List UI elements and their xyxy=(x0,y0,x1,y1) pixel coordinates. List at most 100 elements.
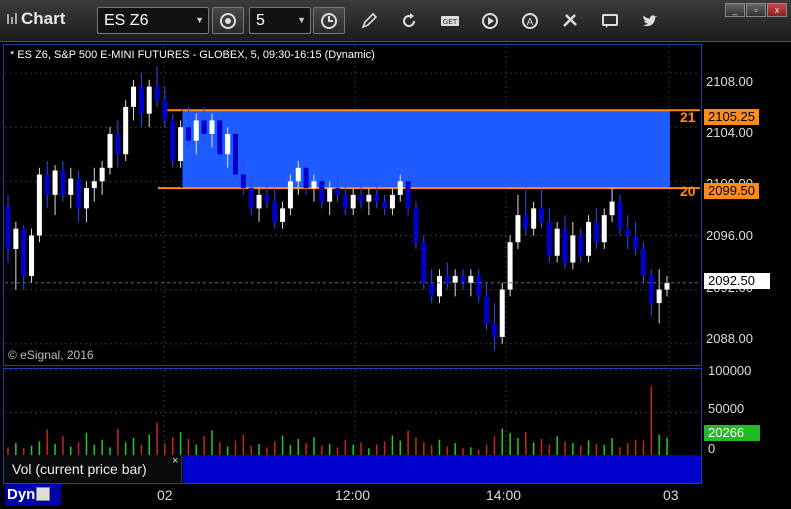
time-label: 12:00 xyxy=(335,487,371,503)
candle-body xyxy=(640,248,646,277)
candle-body xyxy=(342,194,348,209)
candle-body xyxy=(335,188,340,195)
candle-body xyxy=(5,205,11,249)
volume-label: 50000 xyxy=(708,401,745,416)
candle-body xyxy=(280,208,286,222)
candle-body xyxy=(452,276,458,283)
candle-body xyxy=(201,120,207,134)
candle-body xyxy=(60,170,66,195)
candle-body xyxy=(123,106,129,155)
candle-body xyxy=(648,276,654,304)
volume-label: 100000 xyxy=(708,363,752,378)
candle-body xyxy=(374,194,380,202)
candle-body xyxy=(350,194,356,209)
candle-body xyxy=(76,178,82,209)
zone-bottom-price-tag: 2099.50 xyxy=(704,183,759,199)
candle-body xyxy=(468,276,474,283)
candle-body xyxy=(546,221,552,256)
candle-body xyxy=(146,86,152,114)
candle-body xyxy=(389,194,395,209)
price-label: 2108.00 xyxy=(706,74,753,89)
candle-body xyxy=(625,228,631,236)
candle-body xyxy=(617,201,623,229)
candle-body xyxy=(421,242,427,283)
candle-body xyxy=(99,167,105,182)
price-label: 2104.00 xyxy=(706,125,753,140)
candle-body xyxy=(209,120,215,134)
candle-body xyxy=(664,282,670,290)
copyright-watermark: © eSignal, 2016 xyxy=(8,348,94,362)
candle-body xyxy=(499,289,505,337)
candle-body xyxy=(460,276,466,283)
candle-body xyxy=(319,181,325,202)
candle-body xyxy=(154,86,160,101)
price-volume-chart xyxy=(5,46,700,482)
candle-body xyxy=(570,235,576,263)
candle-body xyxy=(366,194,372,202)
last-price-tag: 2092.50 xyxy=(704,273,770,289)
candle-body xyxy=(52,170,58,195)
candle-body xyxy=(303,167,309,189)
candle-body xyxy=(531,208,537,229)
candle-body xyxy=(272,201,278,222)
candle-body xyxy=(413,208,419,243)
candle-body xyxy=(240,174,246,189)
candle-body xyxy=(162,100,168,121)
dynamic-mode-button[interactable]: Dyn xyxy=(5,484,61,506)
volume-legend-bar xyxy=(183,455,701,483)
candle-body xyxy=(436,276,442,297)
chart-header: * ES Z6, S&P 500 E-MINI FUTURES - GLOBEX… xyxy=(10,49,375,61)
candle-body xyxy=(656,289,662,304)
time-label: 02 xyxy=(157,487,173,503)
candle-body xyxy=(131,86,137,107)
candle-body xyxy=(217,120,223,155)
zone-top-label: 21 xyxy=(680,109,696,125)
candle-body xyxy=(178,127,184,162)
candle-body xyxy=(107,133,113,168)
current-volume-tag: 20266 xyxy=(704,425,760,441)
candle-body xyxy=(382,201,388,209)
dynamic-mode-label: Dyn xyxy=(7,486,36,503)
volume-legend[interactable]: Vol (current price bar) xyxy=(4,455,182,483)
candle-body xyxy=(429,282,435,297)
candle-body xyxy=(185,127,191,141)
candle-body xyxy=(515,215,521,243)
candle-body xyxy=(562,228,568,263)
candle-body xyxy=(91,181,97,189)
candle-body xyxy=(29,235,35,277)
candle-body xyxy=(233,133,239,175)
candle-body xyxy=(68,178,74,195)
candle-body xyxy=(311,181,317,189)
price-label: 2088.00 xyxy=(706,331,753,346)
candle-body xyxy=(115,133,121,155)
price-label: 2096.00 xyxy=(706,228,753,243)
candle-body xyxy=(405,181,411,209)
volume-label: 0 xyxy=(708,441,716,456)
candle-body xyxy=(578,235,584,256)
candle-body xyxy=(601,215,607,243)
lock-icon[interactable] xyxy=(36,487,51,501)
candle-body xyxy=(397,181,403,195)
candle-body xyxy=(287,181,293,209)
candle-body xyxy=(586,221,592,256)
candle-body xyxy=(170,120,176,162)
candle-body xyxy=(248,188,254,209)
close-study-icon[interactable]: × xyxy=(172,455,178,467)
candle-body xyxy=(538,208,544,222)
candle-body xyxy=(264,194,270,202)
candle-body xyxy=(358,194,364,202)
candle-body xyxy=(327,188,333,202)
candle-body xyxy=(256,194,262,209)
candle-body xyxy=(83,188,89,209)
supply-zone-rect xyxy=(182,110,670,189)
candle-body xyxy=(225,133,231,155)
zone-top-price-tag: 2105.25 xyxy=(704,109,759,125)
candle-body xyxy=(593,221,599,243)
candle-body xyxy=(295,167,301,182)
candle-body xyxy=(554,228,560,256)
candle-body xyxy=(491,323,497,337)
candle-body xyxy=(36,174,42,236)
candle-body xyxy=(484,296,490,324)
candle-body xyxy=(444,276,450,283)
candle-body xyxy=(609,201,615,216)
